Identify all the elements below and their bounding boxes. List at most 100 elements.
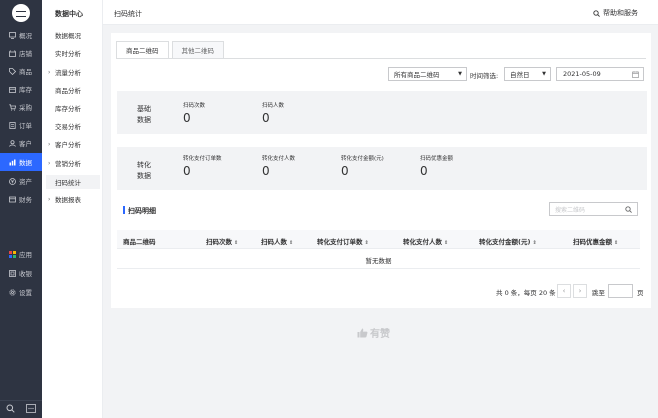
sort-icon: ⇕ xyxy=(234,240,239,246)
search-icon xyxy=(593,9,600,17)
sub-item-stock[interactable]: 库存分析 xyxy=(46,101,100,115)
column-label: 转化支付金额(元) xyxy=(479,238,531,246)
metric-discount-value: 0 xyxy=(420,164,428,178)
chart-icon xyxy=(8,158,16,166)
order-icon xyxy=(8,121,16,129)
nav-item-label: 概况 xyxy=(19,32,32,40)
search-placeholder: 搜索二维码 xyxy=(555,206,586,214)
caret-down-icon: ▼ xyxy=(458,71,462,77)
chevron-right-icon: › xyxy=(578,287,582,295)
tab-divider xyxy=(116,58,646,59)
search-icon[interactable] xyxy=(6,404,15,415)
sub-item-label: 流量分析 xyxy=(55,69,81,77)
nav-item-apps[interactable]: 应用 xyxy=(0,245,42,263)
tab-other-qrcode[interactable]: 其他二维码 xyxy=(171,41,224,59)
nav-item-store[interactable]: 店铺 xyxy=(0,44,42,62)
column-paid-orders[interactable]: 转化支付订单数 ⇕ xyxy=(317,236,369,246)
sort-icon: ⇕ xyxy=(364,240,369,246)
nav-item-cashier[interactable]: 收银 xyxy=(0,264,42,282)
basic-data-label-text: 基础 数据 xyxy=(137,105,151,124)
nav-item-finance[interactable]: 财务 xyxy=(0,190,42,208)
sub-item-marketing[interactable]: › 营销分析 xyxy=(46,156,100,170)
sub-item-label: 数据概况 xyxy=(55,32,81,40)
cashier-icon xyxy=(8,269,16,277)
prev-page-button[interactable]: ‹ xyxy=(557,284,571,298)
conversion-data-label-text: 转化 数据 xyxy=(137,161,151,180)
column-scan-users[interactable]: 扫码人数 ⇕ xyxy=(261,236,293,246)
main-card: 商品二维码 其他二维码 所有商品二维码 ▼ 时间筛选: 自然日 ▼ 2021-0… xyxy=(111,33,651,308)
chevron-right-icon: › xyxy=(48,159,51,167)
conversion-data-block: 转化 数据 转化支付订单数 0 转化支付人数 0 转化支付金额(元) 0 扫码优… xyxy=(117,147,647,190)
nav-item-stock[interactable]: 库存 xyxy=(0,80,42,98)
date-picker[interactable]: 2021-05-09 xyxy=(556,67,644,81)
logo[interactable] xyxy=(12,4,30,22)
store-icon xyxy=(8,49,16,57)
sub-item-label: 实时分析 xyxy=(55,50,81,58)
column-paid-users[interactable]: 转化支付人数 ⇕ xyxy=(403,236,448,246)
sub-item-reports[interactable]: › 数据报表 xyxy=(46,192,100,206)
sub-item-scan-stats[interactable]: 扫码统计 xyxy=(46,175,100,189)
time-filter-label: 时间筛选: xyxy=(470,72,499,80)
tab-goods-qrcode[interactable]: 商品二维码 xyxy=(116,41,169,59)
metric-scan-count-label: 扫码次数 xyxy=(183,103,206,109)
nav-item-purchase[interactable]: 采购 xyxy=(0,98,42,116)
metric-scan-users-value: 0 xyxy=(262,111,270,125)
nav-item-overview[interactable]: 概况 xyxy=(0,26,42,44)
next-page-button[interactable]: › xyxy=(573,284,587,298)
column-qrcode: 商品二维码 xyxy=(123,236,156,246)
nav-item-label: 采购 xyxy=(19,104,32,112)
qrcode-select[interactable]: 所有商品二维码 ▼ xyxy=(388,67,467,81)
sub-item-label: 库存分析 xyxy=(55,105,81,113)
sub-item-trade[interactable]: 交易分析 xyxy=(46,119,100,133)
sub-item-goods[interactable]: 商品分析 xyxy=(46,83,100,97)
calendar-icon xyxy=(632,71,639,80)
sub-item-customer[interactable]: › 客户分析 xyxy=(46,137,100,151)
user-icon xyxy=(8,139,16,147)
page-label: 页 xyxy=(637,289,644,297)
sub-item-label: 扫码统计 xyxy=(55,179,81,187)
nav-item-label: 设置 xyxy=(19,289,32,297)
sort-icon: ⇕ xyxy=(289,240,294,246)
sub-nav-title: 数据中心 xyxy=(55,10,83,18)
nav-item-customer[interactable]: 客户 xyxy=(0,134,42,152)
nav-item-label: 应用 xyxy=(19,251,32,259)
column-label: 商品二维码 xyxy=(123,238,156,246)
metric-paid-orders-label: 转化支付订单数 xyxy=(183,156,222,162)
period-select[interactable]: 自然日 ▼ xyxy=(504,67,551,81)
sub-item-data-overview[interactable]: 数据概况 xyxy=(46,28,100,42)
period-select-value: 自然日 xyxy=(510,71,530,79)
table-empty-row: 暂无数据 xyxy=(117,249,640,269)
help-button[interactable]: 帮助和服务 xyxy=(593,8,638,18)
column-scan-count[interactable]: 扫码次数 ⇕ xyxy=(206,236,238,246)
sub-item-traffic[interactable]: › 流量分析 xyxy=(46,65,100,79)
qrcode-search-input[interactable]: 搜索二维码 xyxy=(549,202,638,216)
nav-item-label: 库存 xyxy=(19,86,32,94)
column-discount[interactable]: 扫码优惠金额 ⇕ xyxy=(573,236,618,246)
nav-item-data[interactable]: 数据 xyxy=(0,153,42,171)
column-label: 扫码优惠金额 xyxy=(573,238,612,246)
nav-item-label: 客户 xyxy=(19,140,32,148)
nav-item-order[interactable]: 订单 xyxy=(0,116,42,134)
nav-item-settings[interactable]: 设置 xyxy=(0,283,42,301)
date-value: 2021-05-09 xyxy=(563,70,601,78)
column-paid-amount[interactable]: 转化支付金额(元) ⇕ xyxy=(479,236,537,246)
metric-paid-amount-label: 转化支付金额(元) xyxy=(341,156,384,162)
more-icon[interactable] xyxy=(26,404,37,415)
nav-footer xyxy=(0,400,42,418)
column-label: 扫码次数 xyxy=(206,238,232,246)
qrcode-select-value: 所有商品二维码 xyxy=(394,71,440,79)
thumbs-up-icon xyxy=(357,328,368,337)
nav-item-label: 收银 xyxy=(19,270,32,278)
search-icon[interactable] xyxy=(625,206,632,213)
nav-item-goods[interactable]: 商品 xyxy=(0,62,42,80)
sub-nav: 数据中心 数据概况 实时分析 › 流量分析 商品分析 库存分析 交易分析 › 客… xyxy=(42,0,103,418)
basic-data-block: 基础 数据 扫码次数 0 扫码人数 0 xyxy=(117,91,647,134)
gear-icon xyxy=(8,288,16,296)
jump-page-input[interactable] xyxy=(608,284,633,298)
nav-item-label: 店铺 xyxy=(19,50,32,58)
chevron-left-icon: ‹ xyxy=(562,287,566,295)
sub-item-realtime[interactable]: 实时分析 xyxy=(46,46,100,60)
chevron-right-icon: › xyxy=(48,140,51,148)
nav-item-asset[interactable]: 资产 xyxy=(0,172,42,190)
brand-text: 有赞 xyxy=(370,329,390,340)
